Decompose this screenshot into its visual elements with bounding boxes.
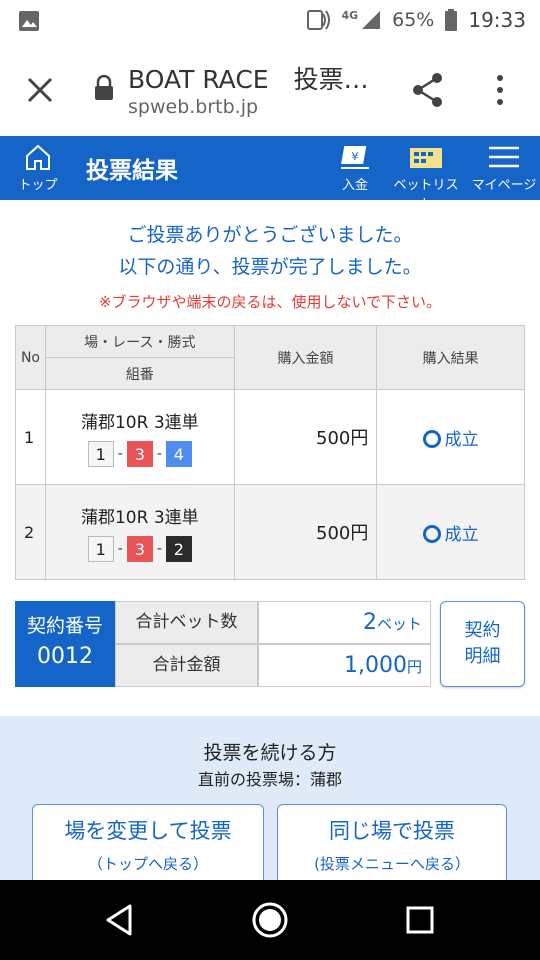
continue-section: 投票を続ける方 直前の投票場：蒲郡 場を変更して投票 （トップへ戻る） 同じ場で… — [0, 716, 540, 894]
success-circle-icon — [422, 524, 441, 543]
row-no: 1 — [15, 389, 46, 485]
boat-number: 4 — [165, 440, 192, 467]
clock: 19:33 — [468, 8, 526, 32]
complete-message: 以下の通り、投票が完了しました。 — [118, 256, 422, 278]
total-bets-label: 合計ベット数 — [115, 601, 258, 644]
home-icon — [26, 144, 50, 170]
menu-icon — [489, 146, 519, 168]
race-cell: 蒲郡10R 3連単 1 - 3 - 2 — [44, 484, 235, 580]
col-amount: 購入金額 — [233, 325, 378, 390]
status-bar: 4G 65% 19:33 — [0, 0, 540, 42]
deposit-label: 入金 — [341, 178, 368, 193]
result-cell: 成立 — [376, 484, 525, 580]
amount-cell: 500円 — [233, 484, 378, 580]
mypage-button[interactable]: マイページ — [470, 142, 538, 193]
recents-square-icon[interactable] — [400, 900, 440, 940]
col-result: 購入結果 — [376, 325, 525, 390]
boat-number: 1 — [87, 535, 114, 562]
total-bets-unit: ベット — [376, 615, 422, 633]
continue-title: 投票を続ける方 — [203, 742, 337, 764]
change-venue-sub: （トップへ戻る） — [87, 855, 208, 873]
close-icon[interactable] — [20, 70, 60, 110]
warning-message: ※ブラウザや端末の戻るは、使用しないで下さい。 — [98, 293, 442, 311]
contract-number: 0012 — [37, 644, 93, 669]
nfc-icon — [307, 10, 331, 30]
network-type: 4G — [341, 8, 359, 22]
change-venue-label: 場を変更して投票 — [64, 819, 232, 843]
mypage-label: マイページ — [471, 178, 537, 193]
page-title: 投票結果 — [86, 158, 178, 184]
col-combo: 組番 — [44, 357, 235, 390]
total-bets-number: 2 — [362, 610, 377, 635]
race-name: 蒲郡10R 3連単 — [80, 507, 199, 528]
app-header: トップ 投票結果 ¥ 入金 ベットリスト マイページ — [0, 136, 540, 212]
col-race: 場・レース・勝式 — [44, 325, 235, 358]
total-amount-value: 1,000円 — [258, 644, 431, 687]
total-amount-unit: 円 — [406, 658, 422, 676]
contract-detail-button[interactable]: 契約 明細 — [440, 601, 525, 687]
more-vert-icon[interactable] — [488, 70, 512, 110]
deposit-button[interactable]: ¥ 入金 — [330, 142, 380, 193]
total-amount-number: 1,000 — [344, 653, 407, 678]
race-cell: 蒲郡10R 3連単 1 - 3 - 4 — [44, 389, 235, 485]
betlist-label: ベットリスト — [393, 178, 459, 212]
total-amount-label: 合計金額 — [115, 644, 258, 687]
lock-icon — [95, 75, 113, 100]
url-text[interactable]: spweb.brtb.jp — [128, 96, 258, 118]
betlist-button[interactable]: ベットリスト — [388, 142, 464, 212]
success-circle-icon — [422, 429, 441, 448]
table-row: 2 蒲郡10R 3連単 1 - 3 - 2 500円 成立 — [15, 484, 525, 580]
boat-number: 2 — [165, 535, 192, 562]
detail-line2: 明細 — [464, 646, 501, 667]
thanks-message: ご投票ありがとうございました。 — [127, 224, 413, 246]
combo: 1 - 3 - 4 — [46, 440, 234, 467]
gallery-icon — [19, 11, 39, 31]
home-label: トップ — [18, 178, 58, 193]
boat-number: 3 — [126, 440, 153, 467]
row-no: 2 — [15, 484, 46, 580]
share-icon[interactable] — [410, 70, 446, 110]
result-text: 成立 — [444, 524, 479, 545]
result-cell: 成立 — [376, 389, 525, 485]
back-triangle-icon[interactable] — [100, 900, 140, 940]
home-button[interactable]: トップ — [14, 142, 62, 193]
battery-percent: 65% — [392, 9, 435, 31]
previous-venue: 直前の投票場：蒲郡 — [197, 770, 342, 789]
page-title-bar: BOAT RACE 投票… — [128, 65, 369, 94]
result-text: 成立 — [444, 429, 479, 450]
svg-text:¥: ¥ — [352, 150, 359, 163]
total-bets-value: 2ベット — [258, 601, 431, 644]
system-nav-bar — [0, 880, 540, 960]
contract-label: 契約番号 — [26, 615, 103, 637]
home-circle-icon[interactable] — [250, 900, 290, 940]
bet-result-table: No 場・レース・勝式 購入金額 購入結果 組番 1 蒲郡10R 3連単 1 -… — [15, 325, 525, 580]
betlist-icon — [410, 148, 442, 168]
signal-icon — [362, 11, 381, 29]
same-venue-sub: (投票メニューへ戻る） — [314, 855, 470, 873]
same-venue-label: 同じ場で投票 — [329, 819, 455, 843]
table-row: 1 蒲郡10R 3連単 1 - 3 - 4 500円 成立 — [15, 389, 525, 485]
boat-number: 3 — [126, 535, 153, 562]
browser-toolbar: BOAT RACE 投票… spweb.brtb.jp — [0, 42, 540, 136]
contract-number-box: 契約番号 0012 — [15, 601, 115, 687]
amount-cell: 500円 — [233, 389, 378, 485]
race-name: 蒲郡10R 3連単 — [80, 412, 199, 433]
battery-icon — [445, 9, 458, 31]
combo: 1 - 3 - 2 — [46, 535, 234, 562]
boat-number: 1 — [87, 440, 114, 467]
detail-line1: 契約 — [464, 620, 501, 641]
col-no: No — [15, 325, 46, 390]
deposit-icon: ¥ — [341, 146, 369, 169]
